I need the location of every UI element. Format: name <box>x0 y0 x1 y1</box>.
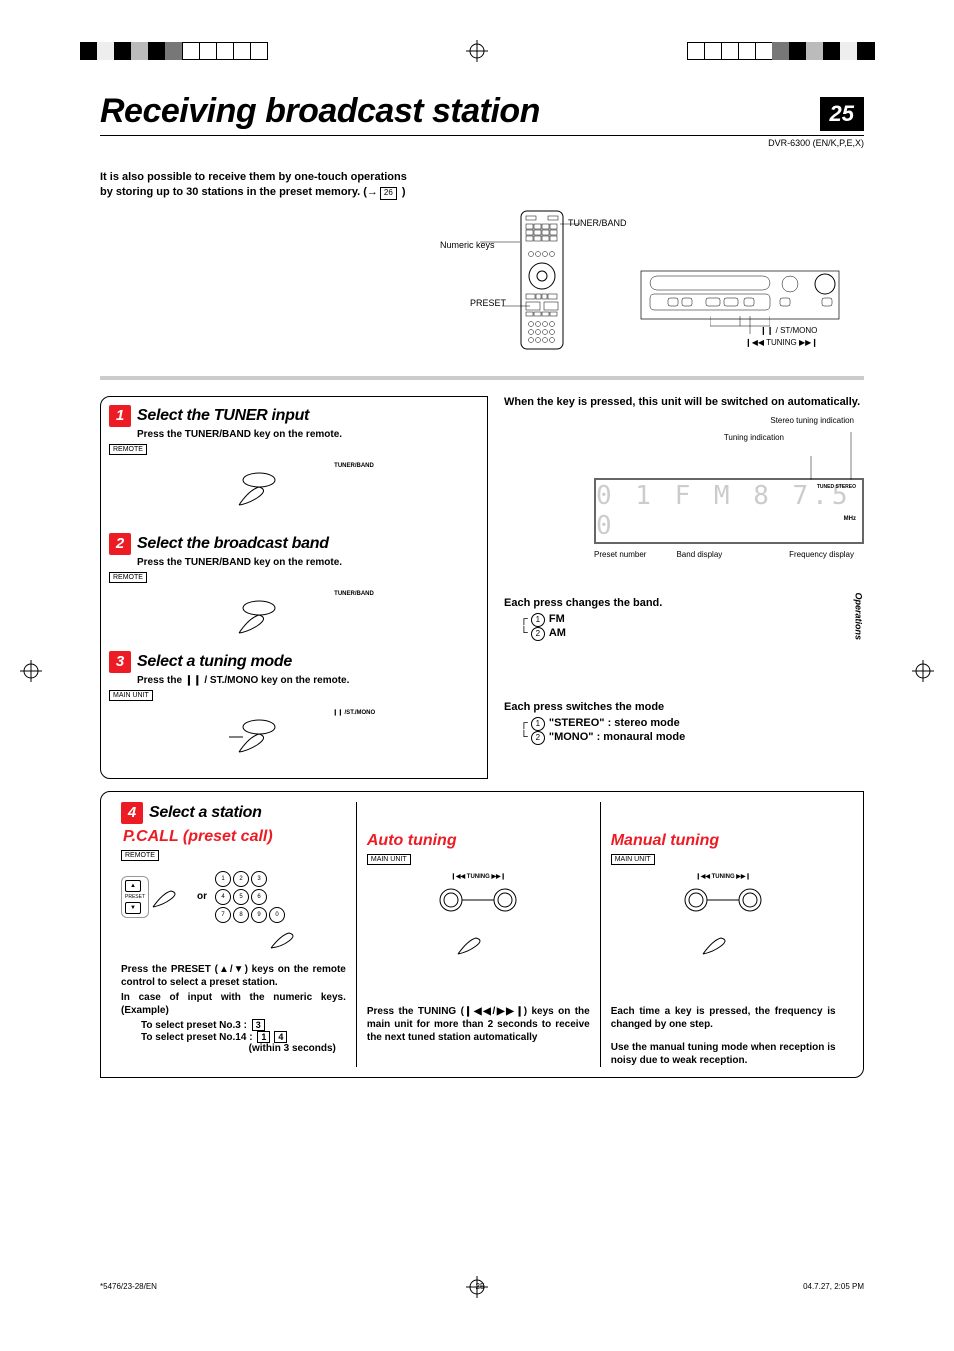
registration-mark-right-icon <box>912 660 934 685</box>
arrow-icon: → <box>367 186 378 198</box>
pcall-tag: REMOTE <box>121 850 159 861</box>
section-divider <box>100 376 864 380</box>
auto-tuning-body: Press the TUNING (❙◀◀/▶▶❙) keys on the m… <box>367 1005 590 1044</box>
label-preset-number: Preset number <box>594 550 646 559</box>
footer-left: *5476/23-28/EN <box>100 1282 157 1291</box>
label-tuning-indication: Tuning indication <box>724 433 784 442</box>
intro-line2-pre: by storing up to 30 stations in the pres… <box>100 186 367 198</box>
step-1-title: Select the TUNER input <box>137 407 309 425</box>
step-3-title: Select a tuning mode <box>137 653 292 671</box>
page-title: Receiving broadcast station <box>100 92 540 131</box>
tuning-knobs-icon-2 <box>678 886 768 916</box>
manual-body-2: Use the manual tuning mode when receptio… <box>611 1041 836 1067</box>
mode-stereo: "STEREO" : stereo mode <box>549 717 680 729</box>
step-1-illustration: TUNER/BAND <box>229 463 479 513</box>
step-2-badge: 2 <box>109 533 131 555</box>
key-4: 4 <box>274 1031 287 1043</box>
intro-line1: It is also possible to receive them by o… <box>100 171 407 183</box>
steps-panel: 1 Select the TUNER input Press the TUNER… <box>100 396 488 779</box>
hand-icon-4 <box>693 922 753 962</box>
side-tab-operations: Operations <box>854 592 864 640</box>
display-panel: TUNED STEREO 0 1 F M 8 7.5 0 MHz <box>594 478 864 544</box>
label-tuning: ❙◀◀ TUNING ▶▶❙ <box>745 338 818 347</box>
registration-mark-bottom-icon <box>466 1276 488 1301</box>
step-3-sub: Press the ❙❙ / ST./MONO key on the remot… <box>137 675 479 686</box>
right-1-heading: When the key is pressed, this unit will … <box>504 396 864 408</box>
manual-tag: MAIN UNIT <box>611 854 655 865</box>
top-diagram: Numeric keys PRESET TUNER/BAND <box>0 210 954 370</box>
mode-mono: "MONO" : monaural mode <box>549 731 685 743</box>
step-4-panel: 4 Select a station P.CALL (preset call) … <box>100 791 864 1078</box>
auto-tuning-title: Auto tuning <box>367 832 590 850</box>
tuner-band-label-2: TUNER/BAND <box>229 591 479 597</box>
step-3-tag: MAIN UNIT <box>109 690 153 701</box>
title-underline <box>100 135 864 136</box>
display-tuned-stereo: TUNED STEREO <box>817 484 856 490</box>
band-am: AM <box>549 627 566 639</box>
hand-icon-2 <box>261 923 321 953</box>
main-unit-illustration <box>640 270 840 323</box>
example-2-label: To select preset No.14 : <box>141 1032 253 1043</box>
page-number-badge: 25 <box>820 97 864 131</box>
hand-icon-3 <box>448 922 508 962</box>
step-2-illustration: TUNER/BAND <box>229 591 479 641</box>
right-2-heading: Each press changes the band. <box>504 597 864 609</box>
or-label: or <box>197 891 207 902</box>
pcall-body-2: In case of input with the numeric keys. … <box>121 991 346 1017</box>
label-band-display: Band display <box>676 550 722 559</box>
registration-mark-left-icon <box>20 660 42 685</box>
mode-list: ┌ 1"STEREO" : stereo mode └ 2"MONO" : mo… <box>520 717 864 745</box>
hand-icon <box>149 877 189 917</box>
label-st-mono: ❙❙ / ST/MONO <box>760 326 817 335</box>
st-mono-label: ❙❙ /ST./MONO <box>229 709 479 716</box>
crop-box-left <box>80 42 267 60</box>
model-reference: DVR-6300 (EN/K,P,E,X) <box>0 138 864 148</box>
display-readout: 0 1 F M 8 7.5 0 <box>596 481 862 541</box>
key-3: 3 <box>252 1019 265 1031</box>
band-fm: FM <box>549 613 565 625</box>
step-3-badge: 3 <box>109 651 131 673</box>
step-2-sub: Press the TUNER/BAND key on the remote. <box>137 557 479 568</box>
auto-tuning-label: ❙◀◀ TUNING ▶▶❙ <box>367 873 590 880</box>
tuner-band-label: TUNER/BAND <box>229 463 479 469</box>
numeric-keypad-illustration: 123 456 7890 <box>215 871 285 923</box>
label-stereo-tuning: Stereo tuning indication <box>770 416 854 425</box>
example-2-note: (within 3 seconds) <box>121 1043 336 1054</box>
pcall-body-1: Press the PRESET (▲/▼) keys on the remot… <box>121 963 346 989</box>
preset-pad-illustration: ▲PRESET▼ <box>121 876 149 918</box>
label-preset: PRESET <box>470 298 506 308</box>
step-2-title: Select the broadcast band <box>137 535 329 553</box>
intro-text: It is also possible to receive them by o… <box>100 170 480 200</box>
auto-tag: MAIN UNIT <box>367 854 411 865</box>
step-1-badge: 1 <box>109 405 131 427</box>
pcall-title: P.CALL (preset call) <box>123 828 346 846</box>
remote-illustration <box>520 210 564 353</box>
tuning-knobs-icon <box>433 886 523 916</box>
crop-marks-top <box>0 0 954 62</box>
step-2-tag: REMOTE <box>109 572 147 583</box>
manual-body-1: Each time a key is pressed, the frequenc… <box>611 1005 836 1031</box>
label-frequency-display: Frequency display <box>789 550 854 559</box>
crop-box-right <box>687 42 874 60</box>
band-list: ┌ 1FM └ 2AM <box>520 613 864 641</box>
intro-line2-post: ) <box>399 186 406 198</box>
page-ref-26: 26 <box>380 187 397 200</box>
right-3-heading: Each press switches the mode <box>504 701 864 713</box>
example-1-label: To select preset No.3 : <box>141 1020 247 1031</box>
registration-mark-icon <box>466 40 488 62</box>
display-mhz: MHz <box>844 516 856 522</box>
manual-tuning-title: Manual tuning <box>611 832 836 850</box>
step-4-title: Select a station <box>149 804 262 822</box>
step-1-tag: REMOTE <box>109 444 147 455</box>
step-3-illustration: ❙❙ /ST./MONO <box>229 709 479 760</box>
key-1: 1 <box>257 1031 270 1043</box>
step-1-sub: Press the TUNER/BAND key on the remote. <box>137 429 479 440</box>
manual-tuning-label: ❙◀◀ TUNING ▶▶❙ <box>611 873 836 880</box>
footer-right: 04.7.27, 2:05 PM <box>803 1282 864 1291</box>
step-4-badge: 4 <box>121 802 143 824</box>
